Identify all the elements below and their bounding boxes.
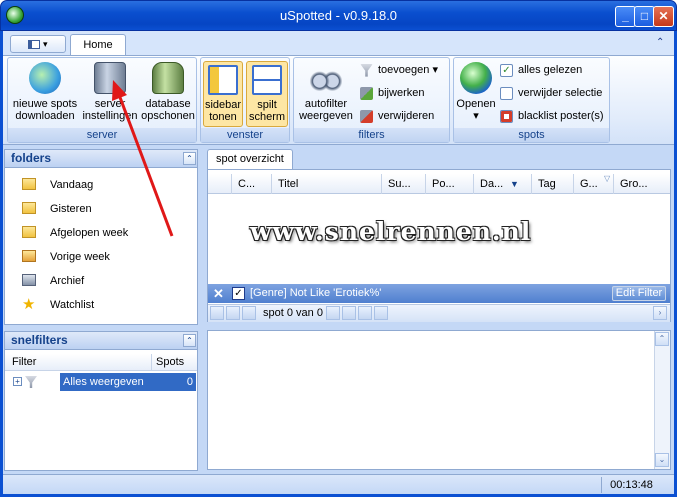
- annotation-arrow: [112, 80, 174, 237]
- arrow-shaft: [116, 91, 174, 237]
- arrow-head: [112, 80, 127, 101]
